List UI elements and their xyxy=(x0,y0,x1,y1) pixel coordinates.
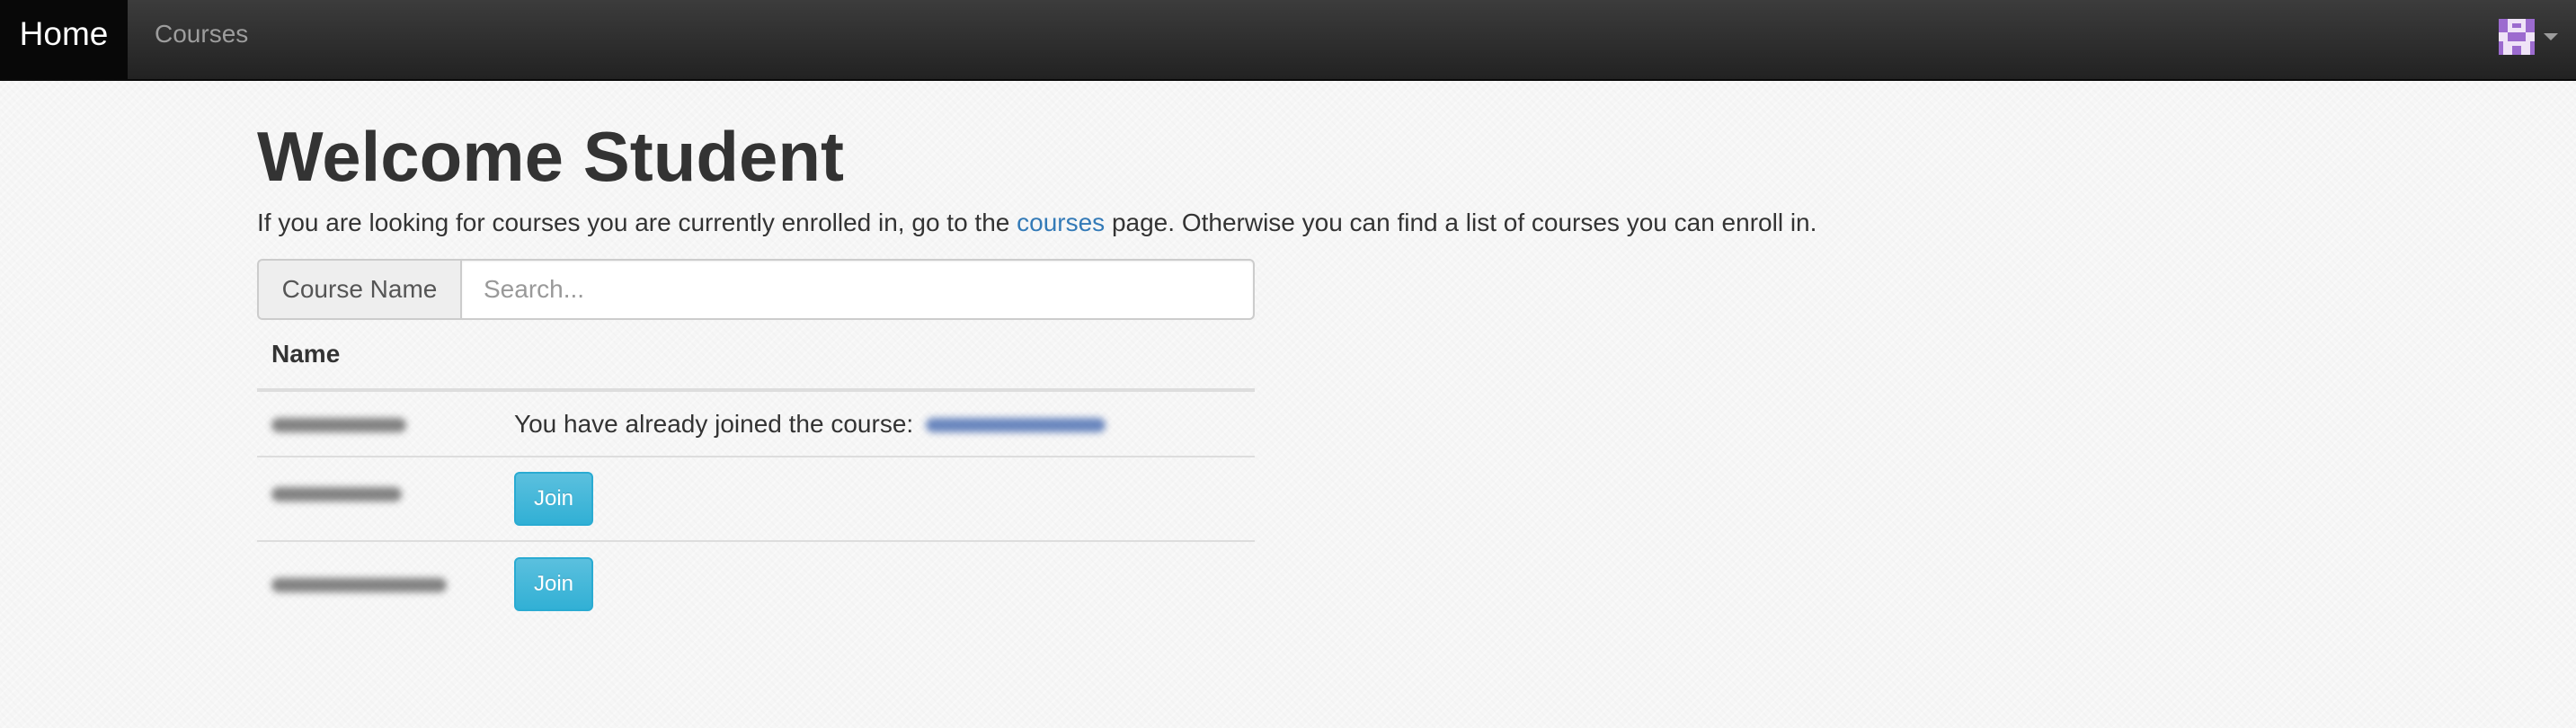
join-button[interactable]: Join xyxy=(514,472,593,526)
redacted-course-link[interactable] xyxy=(925,418,1106,433)
course-status-cell: You have already joined the course: xyxy=(500,390,1255,457)
course-search-group: Course Name xyxy=(257,259,1255,320)
intro-text: If you are looking for courses you are c… xyxy=(257,205,1817,241)
redacted-course-name xyxy=(271,486,402,502)
course-table: Name You have already joined the course:… xyxy=(257,320,1255,626)
search-label: Course Name xyxy=(257,259,460,320)
course-name-cell xyxy=(257,540,500,626)
name-column-header: Name xyxy=(257,320,500,392)
user-menu-toggle[interactable] xyxy=(2499,18,2558,56)
join-button[interactable]: Join xyxy=(514,556,593,611)
course-name-cell xyxy=(257,456,500,541)
page-title: Welcome Student xyxy=(257,117,844,196)
course-name-cell xyxy=(257,390,500,457)
intro-text-after: page. Otherwise you can find a list of c… xyxy=(1105,209,1817,236)
intro-text-before: If you are looking for courses you are c… xyxy=(257,209,1017,236)
course-action-cell: Join xyxy=(500,540,1255,626)
table-row: You have already joined the course: xyxy=(257,390,1255,457)
table-row: Join xyxy=(257,456,1255,541)
table-row: Join xyxy=(257,540,1255,626)
redacted-course-name xyxy=(271,418,406,433)
table-header-row: Name xyxy=(257,320,1255,392)
courses-page-link[interactable]: courses xyxy=(1017,209,1105,236)
nav-courses-link[interactable]: Courses xyxy=(155,0,248,68)
avatar xyxy=(2499,19,2535,55)
nav-home-link[interactable]: Home xyxy=(0,0,128,79)
course-search-input[interactable] xyxy=(460,259,1255,320)
caret-down-icon xyxy=(2544,33,2558,40)
redacted-course-name xyxy=(271,578,447,593)
top-navbar: Home Courses xyxy=(0,0,2576,81)
joined-status-text: You have already joined the course: xyxy=(514,409,920,438)
course-action-cell: Join xyxy=(500,456,1255,541)
action-column-header xyxy=(500,320,1255,392)
